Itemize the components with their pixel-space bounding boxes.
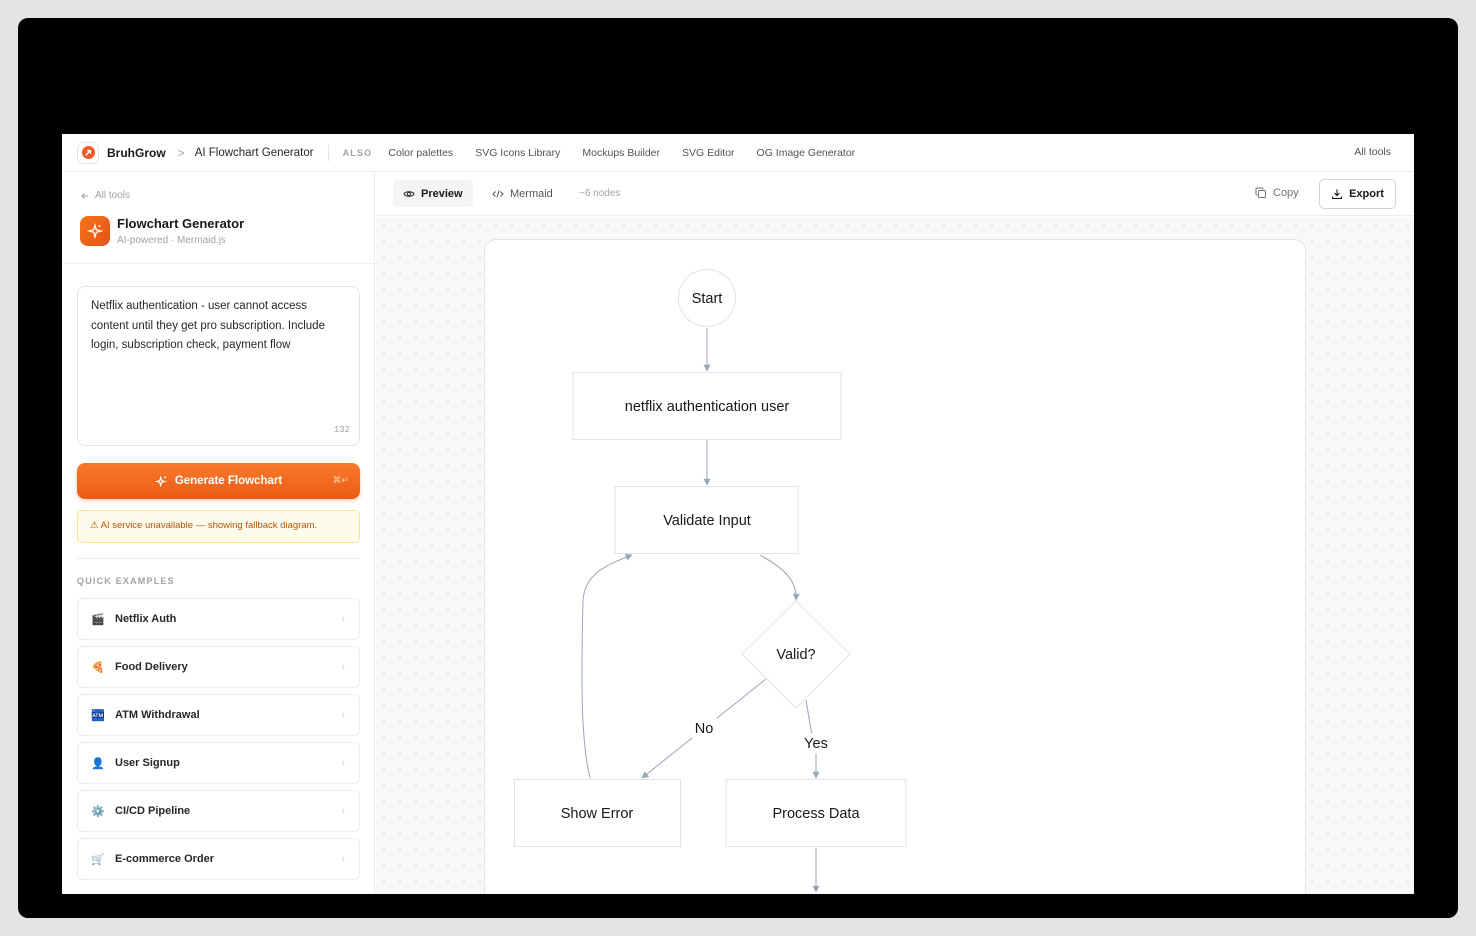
- edge-error-validate: [581, 553, 633, 779]
- example-cicd-pipeline[interactable]: ⚙️ CI/CD Pipeline ›: [77, 790, 360, 832]
- back-link[interactable]: All tools: [80, 190, 130, 201]
- generate-flowchart-button[interactable]: Generate Flowchart ⌘↵: [77, 463, 360, 499]
- example-label: CI/CD Pipeline: [115, 805, 191, 817]
- node-error-label: Show Error: [561, 806, 634, 822]
- tab-label: Mermaid: [510, 187, 553, 200]
- example-label: User Signup: [115, 757, 180, 769]
- arrow-left-icon: [81, 192, 88, 199]
- examples-list: 🎬 Netflix Auth › 🍕 Food Delivery › 🏧 ATM…: [77, 598, 360, 886]
- nav-link-svg-icons[interactable]: SVG Icons Library: [475, 147, 560, 159]
- all-tools-link[interactable]: All tools: [1354, 146, 1391, 158]
- example-label: Netflix Auth: [115, 613, 177, 625]
- tab-label: Preview: [421, 187, 463, 200]
- export-label: Export: [1349, 188, 1384, 200]
- divider: [62, 263, 375, 264]
- prompt-text: Netflix authentication - user cannot acc…: [91, 300, 325, 351]
- logo-icon: [81, 146, 95, 159]
- export-button[interactable]: Export: [1319, 179, 1396, 209]
- chevron-right-icon: ›: [341, 853, 345, 865]
- preview-toolbar: Preview Mermaid ~6 nodes Copy Export: [376, 172, 1414, 216]
- preview-canvas[interactable]: No Yes Start netflix authentication user…: [376, 217, 1414, 894]
- chevron-right-icon: ›: [341, 709, 345, 721]
- warning-banner: ⚠ AI service unavailable — showing fallb…: [77, 510, 360, 543]
- sparkle-icon: [80, 216, 110, 246]
- example-ecommerce-order[interactable]: 🛒 E-commerce Order ›: [77, 838, 360, 880]
- example-user-signup[interactable]: 👤 User Signup ›: [77, 742, 360, 784]
- user-icon: 👤: [91, 757, 105, 770]
- sidebar: All tools Flowchart Generator AI-powered…: [62, 172, 375, 894]
- generate-label: Generate Flowchart: [174, 475, 283, 487]
- node-decision-label: Valid?: [776, 647, 815, 663]
- shortcut-hint: ⌘↵: [332, 475, 349, 485]
- divider: [77, 558, 360, 559]
- brand-logo[interactable]: [77, 141, 99, 164]
- eye-icon: [403, 190, 415, 197]
- node-auth-label: netflix authentication user: [625, 399, 790, 415]
- quick-examples-label: QUICK EXAMPLES: [77, 576, 175, 586]
- char-count: 132: [333, 424, 350, 435]
- node-start-label: Start: [692, 291, 723, 307]
- gear-icon: ⚙️: [91, 805, 105, 818]
- example-netflix-auth[interactable]: 🎬 Netflix Auth ›: [77, 598, 360, 640]
- prompt-textarea[interactable]: Netflix authentication - user cannot acc…: [77, 286, 360, 446]
- example-label: ATM Withdrawal: [115, 709, 200, 721]
- edge-label-yes: Yes: [804, 736, 828, 752]
- node-count: ~6 nodes: [579, 188, 621, 199]
- main-panel: Preview Mermaid ~6 nodes Copy Export No …: [376, 172, 1414, 894]
- nav-divider: [327, 144, 329, 161]
- code-icon: [492, 189, 504, 198]
- screen-frame: BruhGrow > AI Flowchart Generator ALSO C…: [18, 18, 1458, 918]
- download-icon: [1332, 189, 1343, 200]
- tab-mermaid[interactable]: Mermaid: [482, 180, 563, 207]
- tool-title: Flowchart Generator: [117, 216, 245, 231]
- cart-icon: 🛒: [91, 853, 105, 866]
- example-label: Food Delivery: [115, 661, 188, 673]
- nav-link-og-image[interactable]: OG Image Generator: [757, 147, 856, 159]
- chevron-right-icon: ›: [341, 757, 345, 769]
- atm-icon: 🏧: [91, 709, 105, 722]
- flowchart-diagram: No Yes Start netflix authentication user…: [514, 269, 907, 893]
- breadcrumb-current: AI Flowchart Generator: [194, 146, 314, 159]
- pizza-icon: 🍕: [91, 661, 105, 674]
- brand-name[interactable]: BruhGrow: [107, 146, 166, 160]
- tool-subtitle: AI-powered · Mermaid.js: [117, 235, 226, 246]
- node-validate-label: Validate Input: [663, 513, 751, 529]
- nav-link-mockups[interactable]: Mockups Builder: [582, 147, 660, 159]
- edge-label-no: No: [695, 721, 714, 737]
- app-window: BruhGrow > AI Flowchart Generator ALSO C…: [62, 134, 1414, 894]
- example-label: E-commerce Order: [115, 853, 215, 865]
- example-food-delivery[interactable]: 🍕 Food Delivery ›: [77, 646, 360, 688]
- chevron-right-icon: ›: [341, 613, 345, 625]
- copy-button[interactable]: Copy: [1255, 187, 1299, 199]
- chevron-right-icon: ›: [341, 661, 345, 673]
- clapper-icon: 🎬: [91, 613, 105, 626]
- node-process-label: Process Data: [772, 806, 860, 822]
- breadcrumb-separator: >: [177, 145, 185, 160]
- edge-validate-decision: [759, 554, 800, 601]
- example-atm-withdrawal[interactable]: 🏧 ATM Withdrawal ›: [77, 694, 360, 736]
- diagram-card: No Yes Start netflix authentication user…: [484, 239, 1306, 894]
- top-nav: BruhGrow > AI Flowchart Generator ALSO C…: [62, 134, 1414, 172]
- copy-icon: [1255, 187, 1266, 198]
- chevron-right-icon: ›: [341, 805, 345, 817]
- back-label: All tools: [95, 190, 131, 201]
- nav-link-svg-editor[interactable]: SVG Editor: [682, 147, 735, 159]
- also-label: ALSO: [342, 147, 373, 158]
- nav-link-color-palettes[interactable]: Color palettes: [388, 147, 453, 159]
- tab-preview[interactable]: Preview: [393, 180, 473, 207]
- copy-label: Copy: [1273, 187, 1299, 199]
- sparkle-icon: [154, 474, 167, 488]
